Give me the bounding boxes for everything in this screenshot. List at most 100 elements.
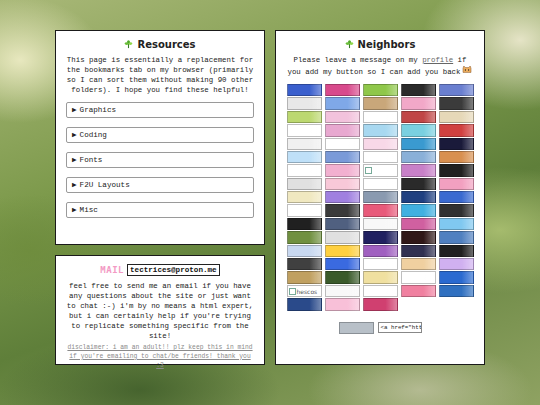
neighbor-button[interactable] [401,245,436,257]
neighbor-button[interactable] [325,84,360,96]
neighbor-button[interactable] [439,124,474,136]
neighbor-button[interactable] [363,218,398,230]
neighbor-button[interactable] [363,191,398,203]
neighbor-button[interactable] [401,191,436,203]
neighbor-button[interactable] [439,111,474,123]
neighbor-button[interactable] [325,111,360,123]
neighbor-button[interactable] [363,298,398,310]
neighbor-button[interactable] [439,271,474,283]
neighbor-button[interactable] [325,271,360,283]
neighbor-button[interactable] [401,204,436,216]
neighbor-button[interactable] [287,138,322,150]
cat-face-icon [462,66,472,74]
neighbor-button[interactable] [401,258,436,270]
neighbor-button[interactable] [363,271,398,283]
neighbor-button[interactable] [287,164,322,176]
my-button-row: <a href="http [287,322,473,334]
neighbor-button[interactable] [363,258,398,270]
broken-neighbor-button[interactable]: hescos [287,285,322,297]
neighbor-button[interactable] [363,285,398,297]
neighbor-button[interactable] [325,218,360,230]
neighbor-button[interactable] [325,298,360,310]
resource-section[interactable]: ▶Misc [66,202,254,218]
my-button[interactable] [339,322,374,334]
section-label: F2U Layouts [80,181,130,189]
neighbor-button[interactable] [287,298,322,310]
broken-image-icon [365,167,372,174]
neighbor-button[interactable] [325,258,360,270]
neighbor-button[interactable] [439,204,474,216]
neighbor-button[interactable] [287,218,322,230]
neighbor-button[interactable] [325,138,360,150]
neighbor-button[interactable] [287,111,322,123]
neighbor-button[interactable] [325,245,360,257]
neighbor-button[interactable] [325,285,360,297]
neighbor-button[interactable] [325,231,360,243]
profile-link[interactable]: profile [422,56,453,64]
neighbor-button[interactable] [363,84,398,96]
clover-icon [345,40,354,49]
neighbor-button[interactable] [401,151,436,163]
neighbor-button[interactable] [287,84,322,96]
neighbor-button[interactable] [363,204,398,216]
neighbor-button[interactable] [439,97,474,109]
resource-section[interactable]: ▶Coding [66,127,254,143]
neighbor-button[interactable] [287,178,322,190]
neighbor-button[interactable] [401,164,436,176]
neighbor-button[interactable] [439,138,474,150]
neighbor-button[interactable] [401,124,436,136]
neighbor-button[interactable] [439,151,474,163]
neighbor-button[interactable] [439,191,474,203]
broken-neighbor-button[interactable] [363,164,398,176]
neighbor-button[interactable] [325,191,360,203]
neighbor-button[interactable] [363,231,398,243]
neighbor-button[interactable] [401,231,436,243]
neighbor-button[interactable] [363,138,398,150]
neighbor-button[interactable] [287,245,322,257]
neighbor-button[interactable] [439,231,474,243]
neighbor-button[interactable] [287,151,322,163]
resource-section[interactable]: ▶Fonts [66,152,254,168]
resource-section[interactable]: ▶Graphics [66,102,254,118]
neighbor-button[interactable] [287,124,322,136]
neighbor-button[interactable] [401,97,436,109]
neighbor-button[interactable] [401,84,436,96]
mail-panel: MAILtectrices@proton.mefeel free to send… [55,255,265,365]
neighbor-button[interactable] [439,164,474,176]
neighbor-button[interactable] [287,97,322,109]
neighbor-button[interactable] [287,191,322,203]
neighbor-button[interactable] [401,111,436,123]
neighbor-button[interactable] [439,245,474,257]
neighbor-button[interactable] [325,178,360,190]
neighbor-button[interactable] [325,124,360,136]
resource-section[interactable]: ▶F2U Layouts [66,177,254,193]
neighbor-button[interactable] [401,178,436,190]
neighbor-button[interactable] [439,218,474,230]
neighbor-button[interactable] [325,97,360,109]
neighbor-button[interactable] [439,178,474,190]
neighbor-button[interactable] [363,178,398,190]
neighbor-button[interactable] [401,285,436,297]
neighbor-button[interactable] [439,285,474,297]
email-address[interactable]: tectrices@proton.me [127,264,220,276]
neighbor-button[interactable] [363,111,398,123]
neighbor-button[interactable] [287,271,322,283]
neighbor-button[interactable] [401,218,436,230]
neighbor-button[interactable] [363,151,398,163]
neighbor-button[interactable] [439,258,474,270]
neighbor-button[interactable] [363,97,398,109]
neighbor-button-grid: hescos [287,84,473,311]
neighbor-button[interactable] [363,245,398,257]
neighbor-button[interactable] [401,138,436,150]
neighbor-button[interactable] [287,204,322,216]
section-label: Fonts [80,156,103,164]
neighbor-button[interactable] [287,258,322,270]
neighbor-button[interactable] [325,151,360,163]
neighbor-button[interactable] [325,164,360,176]
neighbor-button[interactable] [363,124,398,136]
neighbor-button[interactable] [439,84,474,96]
button-code-field[interactable]: <a href="http [378,322,422,333]
neighbor-button[interactable] [287,231,322,243]
neighbor-button[interactable] [401,271,436,283]
neighbor-button[interactable] [325,204,360,216]
